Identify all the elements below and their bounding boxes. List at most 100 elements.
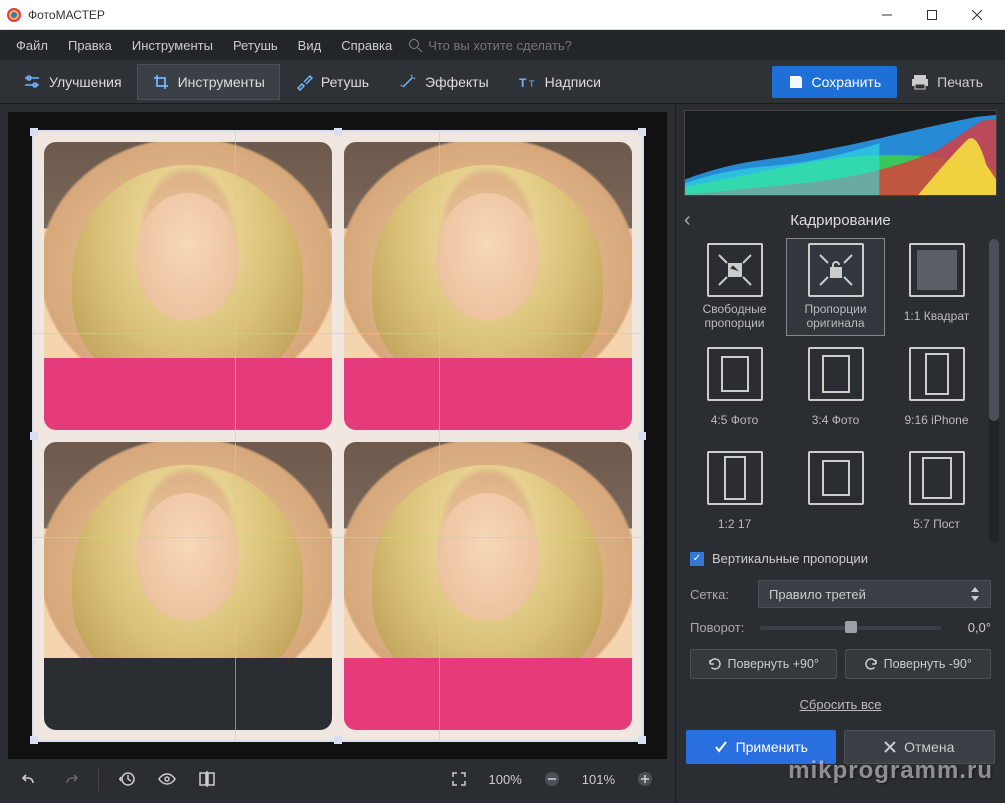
- tab-text-label: Надписи: [545, 74, 601, 90]
- preset-scrollbar[interactable]: [989, 239, 999, 543]
- vertical-checkbox-row[interactable]: ✓ Вертикальные пропорции: [676, 543, 1005, 574]
- crop-handle-tl[interactable]: [30, 128, 38, 136]
- search-input[interactable]: [428, 38, 628, 53]
- canvas-area: 100% 101%: [0, 104, 675, 803]
- slider-knob[interactable]: [845, 621, 857, 633]
- rotate-cw-label: Повернуть -90°: [884, 657, 972, 671]
- panel-title: Кадрирование: [790, 212, 890, 229]
- crop-handle-tr[interactable]: [638, 128, 646, 136]
- panel-header: ‹ Кадрирование: [676, 202, 1005, 239]
- history-icon: [119, 771, 135, 787]
- image-canvas[interactable]: [32, 130, 644, 742]
- titlebar: ФотоМАСТЕР: [0, 0, 1005, 30]
- x-icon: [884, 741, 896, 753]
- free-aspect-icon: [715, 251, 755, 289]
- bottom-toolbar: 100% 101%: [8, 759, 667, 799]
- svg-text:T: T: [519, 76, 527, 89]
- cancel-label: Отмена: [904, 739, 954, 755]
- app-logo-icon: [6, 7, 22, 23]
- preset-label: 3:4 Фото: [812, 407, 860, 435]
- fit-icon: [451, 771, 467, 787]
- save-icon: [788, 74, 804, 90]
- crop-handle-bm[interactable]: [334, 736, 342, 744]
- tab-retouch[interactable]: Ретушь: [280, 64, 384, 100]
- compare-button[interactable]: [191, 765, 223, 793]
- aspect-preset-grid: Свободные пропорции Пропорции оригинала …: [686, 239, 985, 543]
- zoom-in-button[interactable]: [629, 765, 661, 793]
- preset-mid[interactable]: [787, 447, 884, 543]
- zoom-out-button[interactable]: [536, 765, 568, 793]
- preset-label: 4:5 Фото: [711, 407, 759, 435]
- rotate-ccw-label: Повернуть +90°: [728, 657, 819, 671]
- tab-effects[interactable]: Эффекты: [384, 64, 504, 100]
- preset-4-5[interactable]: 4:5 Фото: [686, 343, 783, 439]
- preset-label: 5:7 Пост: [913, 511, 960, 539]
- preset-label: 1:1 Квадрат: [904, 303, 970, 331]
- grid-select-value: Правило третей: [769, 587, 866, 602]
- preset-1-2[interactable]: 1:2 17: [686, 447, 783, 543]
- tab-text[interactable]: TT Надписи: [504, 65, 616, 99]
- tab-tools[interactable]: Инструменты: [137, 64, 280, 100]
- print-icon: [911, 74, 929, 90]
- rotate-value: 0,0°: [949, 620, 991, 635]
- print-label: Печать: [937, 74, 983, 90]
- undo-icon: [21, 772, 39, 786]
- apply-button[interactable]: Применить: [686, 730, 836, 764]
- rotate-cw-button[interactable]: Повернуть -90°: [845, 649, 992, 679]
- preset-free[interactable]: Свободные пропорции: [686, 239, 783, 335]
- tab-enhance[interactable]: Улучшения: [8, 64, 137, 100]
- reset-link[interactable]: Сбросить все: [676, 687, 1005, 722]
- preview-button[interactable]: [151, 765, 183, 793]
- updown-icon: [970, 587, 980, 601]
- history-button[interactable]: [111, 765, 143, 793]
- menu-tools[interactable]: Инструменты: [124, 34, 221, 57]
- rect-icon: [922, 457, 952, 499]
- preset-3-4[interactable]: 3:4 Фото: [787, 343, 884, 439]
- back-button[interactable]: ‹: [684, 209, 691, 232]
- preset-9-16[interactable]: 9:16 iPhone: [888, 343, 985, 439]
- menu-file[interactable]: Файл: [8, 34, 56, 57]
- fit-screen-button[interactable]: [443, 765, 475, 793]
- menu-view[interactable]: Вид: [290, 34, 330, 57]
- rotate-ccw-button[interactable]: Повернуть +90°: [690, 649, 837, 679]
- preset-original[interactable]: Пропорции оригинала: [787, 239, 884, 335]
- crop-handle-bl[interactable]: [30, 736, 38, 744]
- close-button[interactable]: [954, 0, 999, 30]
- cancel-button[interactable]: Отмена: [844, 730, 996, 764]
- preset-5-7[interactable]: 5:7 Пост: [888, 447, 985, 543]
- rotate-slider[interactable]: [760, 626, 941, 630]
- print-button[interactable]: Печать: [897, 66, 997, 98]
- plus-icon: [637, 771, 653, 787]
- square-icon: [917, 250, 957, 290]
- menu-edit[interactable]: Правка: [60, 34, 120, 57]
- rect-icon: [724, 456, 746, 500]
- grid-select[interactable]: Правило третей: [758, 580, 991, 608]
- side-panel: ‹ Кадрирование Свободные пропорции Пропо…: [675, 104, 1005, 803]
- search-icon: [408, 38, 422, 52]
- crop-handle-lm[interactable]: [30, 432, 38, 440]
- menu-search[interactable]: [408, 38, 628, 53]
- app-title: ФотоМАСТЕР: [28, 8, 864, 22]
- crop-handle-tm[interactable]: [334, 128, 342, 136]
- crop-handle-br[interactable]: [638, 736, 646, 744]
- menu-help[interactable]: Справка: [333, 34, 400, 57]
- preset-label: Свободные пропорции: [703, 303, 767, 331]
- canvas-viewport[interactable]: [8, 112, 667, 759]
- save-label: Сохранить: [812, 74, 882, 90]
- preset-1-1[interactable]: 1:1 Квадрат: [888, 239, 985, 335]
- menu-retouch[interactable]: Ретушь: [225, 34, 286, 57]
- redo-button[interactable]: [54, 765, 86, 793]
- grid-label: Сетка:: [690, 587, 750, 602]
- crop-handle-rm[interactable]: [638, 432, 646, 440]
- brush-icon: [295, 73, 313, 91]
- minus-icon: [544, 771, 560, 787]
- histogram: [684, 110, 997, 196]
- minimize-button[interactable]: [864, 0, 909, 30]
- eye-icon: [158, 773, 176, 785]
- save-button[interactable]: Сохранить: [772, 66, 898, 98]
- rotate-ccw-icon: [708, 657, 722, 671]
- checkbox-checked-icon[interactable]: ✓: [690, 552, 704, 566]
- lock-aspect-icon: [816, 251, 856, 289]
- maximize-button[interactable]: [909, 0, 954, 30]
- undo-button[interactable]: [14, 765, 46, 793]
